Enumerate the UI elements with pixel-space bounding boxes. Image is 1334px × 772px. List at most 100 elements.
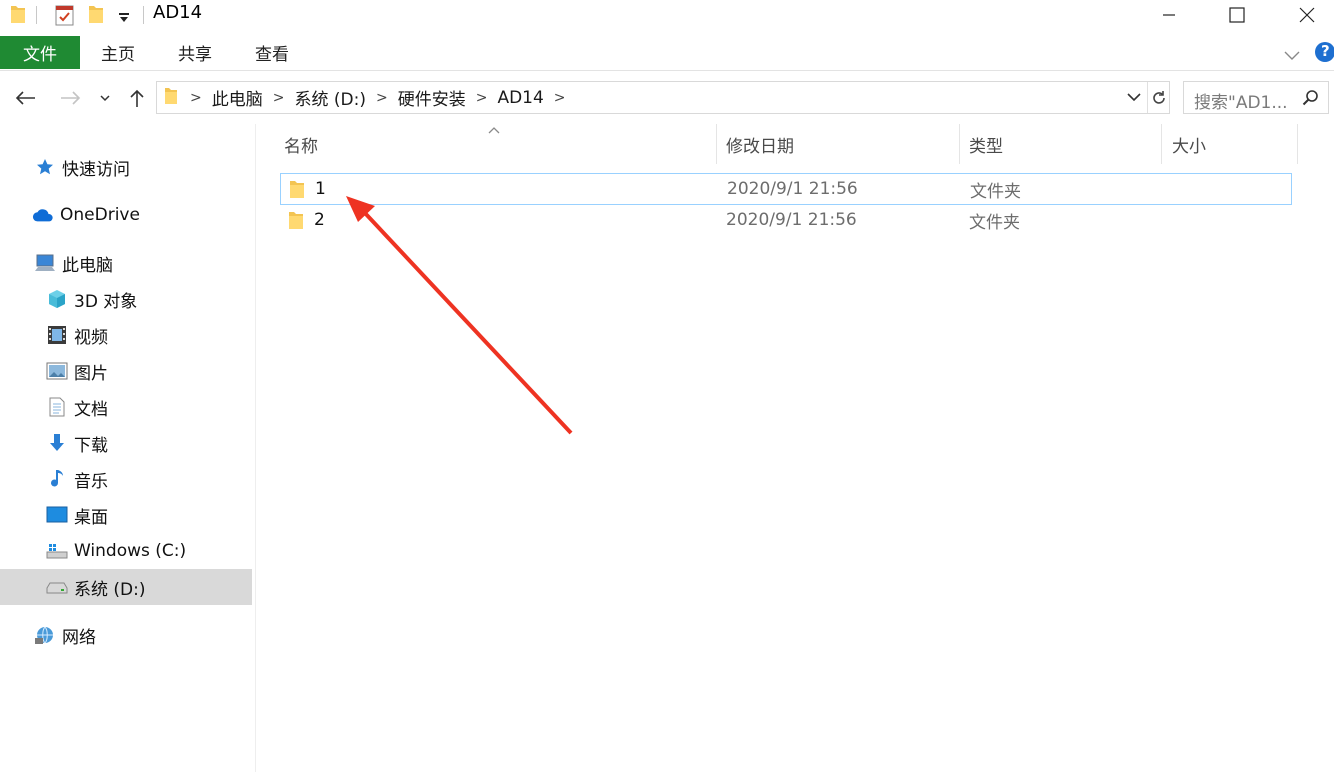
- sidebar-item-label: 文档: [74, 399, 108, 420]
- sidebar-item-label: 图片: [74, 363, 108, 384]
- download-icon: [46, 432, 68, 454]
- breadcrumb-ad14[interactable]: AD14: [493, 88, 547, 108]
- chevron-right-icon[interactable]: >: [267, 90, 291, 106]
- table-row[interactable]: 1 2020/9/1 21:56 文件夹: [280, 173, 1292, 205]
- sidebar-item-network[interactable]: 网络: [0, 617, 252, 653]
- sidebar-item-3d-objects[interactable]: 3D 对象: [0, 281, 252, 317]
- refresh-button[interactable]: [1147, 82, 1169, 113]
- windows-drive-icon: [46, 540, 68, 562]
- sidebar-item-this-pc[interactable]: 此电脑: [0, 245, 252, 281]
- back-arrow-icon: [15, 91, 35, 105]
- file-type: 文件夹: [969, 212, 1020, 233]
- sidebar-item-label: 视频: [74, 327, 108, 348]
- sidebar-item-music[interactable]: 音乐: [0, 461, 252, 497]
- tab-file[interactable]: 文件: [0, 36, 80, 69]
- tab-view[interactable]: 查看: [255, 36, 289, 69]
- sidebar-item-drive-d[interactable]: 系统 (D:): [0, 569, 252, 605]
- chevron-down-icon: [100, 95, 110, 102]
- tab-share[interactable]: 共享: [178, 36, 212, 69]
- sidebar-item-label: 音乐: [74, 471, 108, 492]
- folder-icon: [10, 4, 26, 28]
- chevron-right-icon[interactable]: >: [470, 90, 494, 106]
- column-header-date[interactable]: 修改日期: [726, 124, 794, 164]
- sidebar-item-pictures[interactable]: 图片: [0, 353, 252, 389]
- picture-icon: [46, 360, 68, 382]
- sidebar-item-label: 系统 (D:): [74, 579, 146, 600]
- drive-icon: [46, 576, 68, 598]
- minimize-icon: [1163, 14, 1175, 16]
- tab-home[interactable]: 主页: [101, 36, 135, 69]
- chevron-right-icon[interactable]: >: [184, 90, 208, 106]
- forward-arrow-icon: [61, 91, 81, 105]
- sidebar-item-label: OneDrive: [60, 205, 140, 225]
- breadcrumb-drive-d[interactable]: 系统 (D:): [290, 85, 370, 110]
- sidebar-item-label: 桌面: [74, 507, 108, 528]
- chevron-right-icon[interactable]: >: [548, 90, 572, 106]
- up-button[interactable]: [124, 84, 150, 112]
- folder-icon: [288, 210, 304, 234]
- expand-ribbon-icon[interactable]: [1284, 46, 1300, 65]
- close-icon: [1299, 7, 1315, 23]
- search-box[interactable]: 搜索"AD1...: [1183, 81, 1329, 114]
- properties-icon[interactable]: [55, 4, 75, 30]
- sort-ascending-icon: [487, 120, 501, 139]
- window-title: AD14: [153, 2, 203, 23]
- forward-button[interactable]: [58, 84, 84, 112]
- network-icon: [34, 624, 56, 646]
- sidebar-item-label: Windows (C:): [74, 541, 187, 561]
- customize-dropdown-icon[interactable]: [118, 9, 130, 28]
- file-date: 2020/9/1 21:56: [727, 179, 858, 199]
- sidebar-item-label: 下载: [74, 435, 108, 456]
- sidebar-item-desktop[interactable]: 桌面: [0, 497, 252, 533]
- close-button[interactable]: [1284, 0, 1330, 30]
- address-history-button[interactable]: [1123, 82, 1145, 113]
- ribbon-tabs: 文件 主页 共享 查看 ?: [0, 36, 1334, 71]
- sidebar-item-quick-access[interactable]: 快速访问: [0, 149, 252, 185]
- table-row[interactable]: 2 2020/9/1 21:56 文件夹: [280, 205, 1292, 237]
- sidebar-item-documents[interactable]: 文档: [0, 389, 252, 425]
- back-button[interactable]: [12, 84, 38, 112]
- file-name: 1: [315, 179, 326, 199]
- cloud-icon: [32, 204, 54, 226]
- breadcrumb-hardware-install[interactable]: 硬件安装: [394, 85, 470, 110]
- address-bar[interactable]: > 此电脑 > 系统 (D:) > 硬件安装 > AD14 >: [156, 81, 1170, 114]
- file-date: 2020/9/1 21:56: [726, 210, 857, 230]
- help-button[interactable]: ?: [1314, 41, 1334, 67]
- desktop-icon: [46, 504, 68, 526]
- computer-icon: [34, 252, 56, 274]
- search-icon: [1302, 89, 1320, 111]
- breadcrumb: > 此电脑 > 系统 (D:) > 硬件安装 > AD14 >: [157, 82, 572, 113]
- column-header-type[interactable]: 类型: [969, 124, 1003, 164]
- sidebar-item-label: 3D 对象: [74, 291, 138, 312]
- star-icon: [34, 156, 56, 178]
- recent-locations-button[interactable]: [92, 84, 118, 112]
- sidebar-item-label: 此电脑: [62, 255, 113, 276]
- breadcrumb-this-pc[interactable]: 此电脑: [208, 85, 267, 110]
- sidebar-item-downloads[interactable]: 下载: [0, 425, 252, 461]
- sidebar-item-label: 快速访问: [62, 159, 130, 180]
- maximize-button[interactable]: [1214, 0, 1260, 30]
- refresh-icon: [1152, 90, 1165, 104]
- chevron-down-icon: [1127, 93, 1141, 102]
- folder-icon: [157, 87, 184, 109]
- help-icon: ?: [1321, 42, 1330, 60]
- title-bar: AD14: [0, 0, 1334, 32]
- column-header-name[interactable]: 名称: [284, 124, 318, 164]
- search-input[interactable]: 搜索"AD1...: [1194, 88, 1288, 113]
- navigation-pane: 快速访问 OneDrive 此电脑 3D 对象 视频 图片 文档 下载 音乐 桌…: [0, 124, 256, 772]
- folder-icon: [289, 179, 305, 203]
- sidebar-item-drive-c[interactable]: Windows (C:): [0, 533, 252, 569]
- music-icon: [46, 468, 68, 490]
- maximize-icon: [1229, 7, 1245, 23]
- up-arrow-icon: [130, 89, 144, 107]
- sidebar-item-onedrive[interactable]: OneDrive: [0, 197, 252, 233]
- document-icon: [46, 396, 68, 418]
- minimize-button[interactable]: [1146, 0, 1192, 30]
- sidebar-item-videos[interactable]: 视频: [0, 317, 252, 353]
- cube-icon: [46, 288, 68, 310]
- file-type: 文件夹: [970, 181, 1021, 202]
- new-folder-icon[interactable]: [88, 4, 104, 28]
- column-header-size[interactable]: 大小: [1172, 124, 1206, 164]
- sidebar-item-label: 网络: [62, 627, 96, 648]
- chevron-right-icon[interactable]: >: [370, 90, 394, 106]
